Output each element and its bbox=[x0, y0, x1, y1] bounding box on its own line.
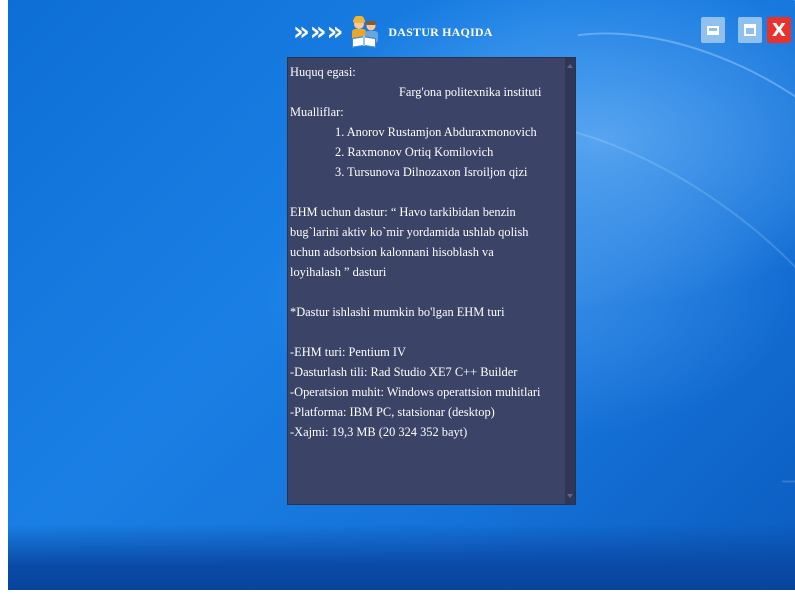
chevron-right-icon: » bbox=[326, 17, 344, 47]
memo-line bbox=[290, 322, 566, 342]
window-title: DASTUR HAQIDA bbox=[388, 24, 493, 39]
title-bar: » » » DASTUR HAQIDA bbox=[293, 12, 493, 52]
desktop-bottom-band bbox=[8, 524, 795, 594]
vertical-scrollbar[interactable] bbox=[565, 58, 575, 504]
memo-line: EHM uchun dastur: “ Havo tarkibidan benz… bbox=[290, 205, 516, 219]
memo-line bbox=[290, 282, 566, 302]
scroll-up-arrow-icon[interactable] bbox=[567, 64, 573, 68]
memo-line: -Operatsion muhit: Windows operattsion m… bbox=[290, 385, 541, 399]
memo-line: bug`larini aktiv ko`mir yordamida ushlab… bbox=[290, 225, 529, 239]
memo-line: 2. Raxmonov Ortiq Komilovich bbox=[335, 145, 494, 159]
memo-line: Farg'ona politexnika instituti bbox=[399, 85, 542, 99]
screen-bottom-edge bbox=[0, 590, 795, 594]
scroll-down-arrow-icon[interactable] bbox=[567, 494, 573, 498]
minimize-icon bbox=[707, 25, 719, 35]
chevron-right-icon: » bbox=[293, 17, 310, 47]
memo-line: -Xajmi: 19,3 MB (20 324 352 bayt) bbox=[290, 425, 468, 439]
maximize-button[interactable] bbox=[738, 17, 762, 43]
memo-line: *Dastur ishlashi mumkin bo'lgan EHM turi bbox=[290, 305, 505, 319]
memo-line: uchun adsorbsion kalonnani hisoblash va bbox=[290, 245, 494, 259]
memo-line bbox=[290, 182, 566, 202]
memo-line: 1. Anorov Rustamjon Abduraxmonovich bbox=[335, 125, 537, 139]
students-reading-icon bbox=[352, 16, 379, 48]
about-text: Huquq egasi: Farg'ona politexnika institu… bbox=[290, 62, 566, 442]
memo-line: Huquq egasi: bbox=[290, 65, 356, 79]
minimize-button[interactable] bbox=[701, 17, 725, 43]
close-button[interactable]: X bbox=[767, 17, 791, 43]
memo-line: -EHM turi: Pentium IV bbox=[290, 345, 406, 359]
chevron-arrows-icon: » » » bbox=[293, 19, 343, 45]
memo-line: Mualliflar: bbox=[290, 105, 344, 119]
about-memo[interactable]: Huquq egasi: Farg'ona politexnika institu… bbox=[287, 57, 576, 505]
chevron-right-icon: » bbox=[309, 17, 327, 47]
memo-line: -Platforma: IBM PC, statsionar (desktop) bbox=[290, 405, 495, 419]
memo-line: loyihalash ” dasturi bbox=[290, 265, 387, 279]
memo-line: 3. Tursunova Dilnozaxon Isroiljon qizi bbox=[335, 165, 528, 179]
memo-line: -Dasturlash tili: Rad Studio XE7 C++ Bui… bbox=[290, 365, 518, 379]
maximize-icon bbox=[744, 24, 756, 36]
